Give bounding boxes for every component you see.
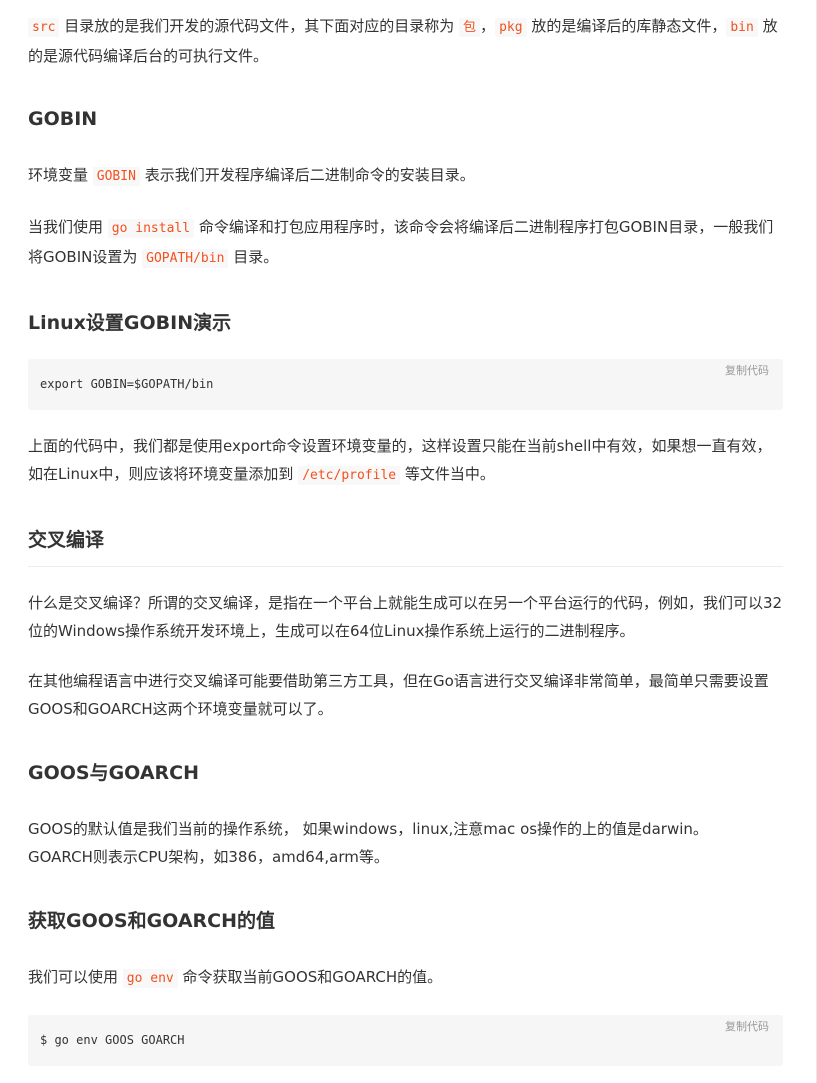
- code-block-text: $ go env GOOS GOARCH: [40, 1033, 185, 1047]
- get-values-text-1: 我们可以使用: [28, 968, 123, 986]
- copy-code-button[interactable]: 复制代码: [725, 363, 769, 379]
- goos-paragraph: GOOS的默认值是我们当前的操作系统， 如果windows，linux,注意ma…: [28, 815, 783, 871]
- inline-code-etc-profile: /etc/profile: [298, 466, 401, 485]
- heading-get-goos-goarch: 获取GOOS和GOARCH的值: [28, 910, 276, 932]
- gobin-paragraph-2: 当我们使用 go install 命令编译和打包应用程序时，该命令会将编译后二进…: [28, 213, 783, 273]
- gobin-p1-text-2: 表示我们开发程序编译后二进制命令的安装目录。: [139, 166, 475, 184]
- inline-code-bin: bin: [726, 18, 758, 37]
- linux-gobin-paragraph: 上面的代码中，我们都是使用export命令设置环境变量的，这样设置只能在当前sh…: [28, 432, 783, 490]
- gobin-paragraph-1: 环境变量 GOBIN 表示我们开发程序编译后二进制命令的安装目录。: [28, 161, 783, 191]
- goos-line-1: GOOS的默认值是我们当前的操作系统， 如果windows，linux,注意ma…: [28, 820, 708, 838]
- intro-paragraph: src 目录放的是我们开发的源代码文件，其下面对应的目录称为 包， pkg 放的是…: [28, 12, 783, 70]
- inline-code-go-env: go env: [122, 969, 178, 988]
- gobin-p1-text-1: 环境变量: [28, 166, 93, 184]
- gobin-p2-text-3: 目录。: [228, 248, 279, 266]
- heading-goos-goarch: GOOS与GOARCH: [28, 762, 200, 784]
- get-values-paragraph: 我们可以使用 go env 命令获取当前GOOS和GOARCH的值。: [28, 963, 783, 993]
- inline-code-bao: 包: [459, 18, 481, 37]
- goos-line-2: GOARCH则表示CPU架构，如386，amd64,arm等。: [28, 848, 389, 866]
- cross-paragraph-1: 什么是交叉编译？所谓的交叉编译，是指在一个平台上就能生成可以在另一个平台运行的代…: [28, 594, 783, 640]
- code-block-text: export GOBIN=$GOPATH/bin: [40, 377, 214, 391]
- cross-paragraph-2: 在其他编程语言中进行交叉编译可能要借助第三方工具，但在Go语言进行交叉编译非常简…: [28, 672, 769, 718]
- linux-p-text-2: 等文件当中。: [400, 465, 495, 483]
- intro-text-1: 目录放的是我们开发的源代码文件，其下面对应的目录称为: [59, 17, 460, 35]
- intro-text-3: 放的是编译后的库静态文件，: [526, 17, 727, 35]
- heading-gobin: GOBIN: [28, 108, 98, 130]
- copy-code-button[interactable]: 复制代码: [725, 1019, 769, 1035]
- inline-code-src: src: [28, 18, 60, 37]
- inline-code-gobin: GOBIN: [92, 167, 140, 186]
- heading-cross-compile: 交叉编译: [28, 526, 783, 567]
- intro-text-2: ，: [480, 17, 496, 35]
- code-block-go-env: 复制代码 $ go env GOOS GOARCH: [28, 1015, 783, 1066]
- gobin-p2-text-1: 当我们使用: [28, 218, 108, 236]
- inline-code-go-install: go install: [107, 219, 195, 238]
- inline-code-pkg: pkg: [495, 18, 527, 37]
- inline-code-gopath-bin: GOPATH/bin: [142, 249, 229, 268]
- article-content: src 目录放的是我们开发的源代码文件，其下面对应的目录称为 包， pkg 放的是…: [28, 12, 783, 1066]
- get-values-text-2: 命令获取当前GOOS和GOARCH的值。: [177, 968, 443, 986]
- heading-linux-gobin: Linux设置GOBIN演示: [28, 312, 232, 334]
- code-block-export-gobin: 复制代码 export GOBIN=$GOPATH/bin: [28, 359, 783, 410]
